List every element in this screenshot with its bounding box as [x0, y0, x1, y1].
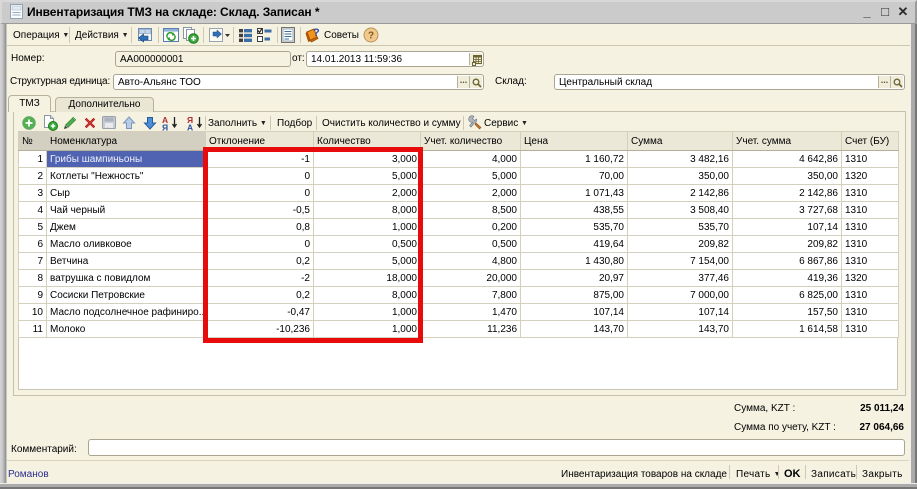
svg-text:А: А [187, 123, 193, 132]
svg-text:...: ... [106, 124, 109, 129]
svg-text:Я: Я [162, 123, 168, 132]
svg-text:?: ? [368, 31, 374, 42]
svg-text:?: ? [313, 27, 320, 39]
